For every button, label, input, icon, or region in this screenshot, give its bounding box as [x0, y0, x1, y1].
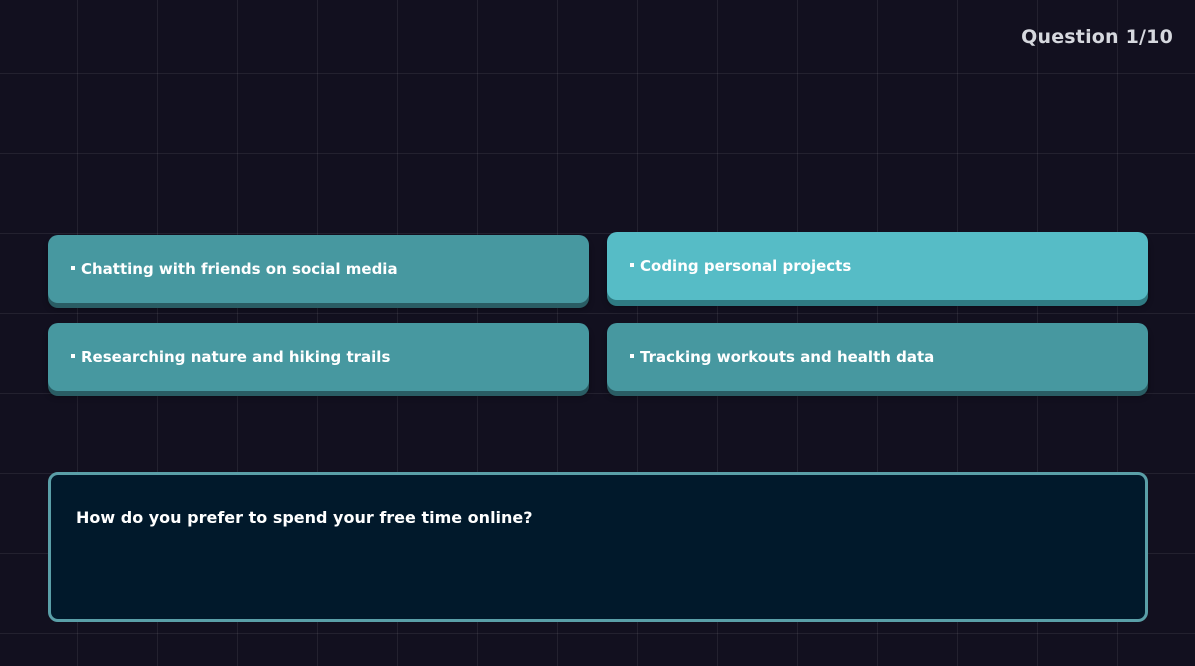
bullet-icon — [71, 266, 75, 270]
answer-option-workouts[interactable]: Tracking workouts and health data — [607, 323, 1148, 391]
option-label: Coding personal projects — [640, 257, 852, 275]
answer-option-social-media[interactable]: Chatting with friends on social media — [48, 235, 589, 303]
question-box: How do you prefer to spend your free tim… — [48, 472, 1148, 622]
option-label: Chatting with friends on social media — [81, 260, 398, 278]
question-text: How do you prefer to spend your free tim… — [76, 508, 533, 527]
option-label: Tracking workouts and health data — [640, 348, 935, 366]
question-counter: Question 1/10 — [1021, 26, 1173, 48]
bullet-icon — [630, 263, 634, 267]
answer-option-coding[interactable]: Coding personal projects — [607, 232, 1148, 300]
answer-option-nature[interactable]: Researching nature and hiking trails — [48, 323, 589, 391]
option-label: Researching nature and hiking trails — [81, 348, 391, 366]
bullet-icon — [630, 354, 634, 358]
bullet-icon — [71, 354, 75, 358]
